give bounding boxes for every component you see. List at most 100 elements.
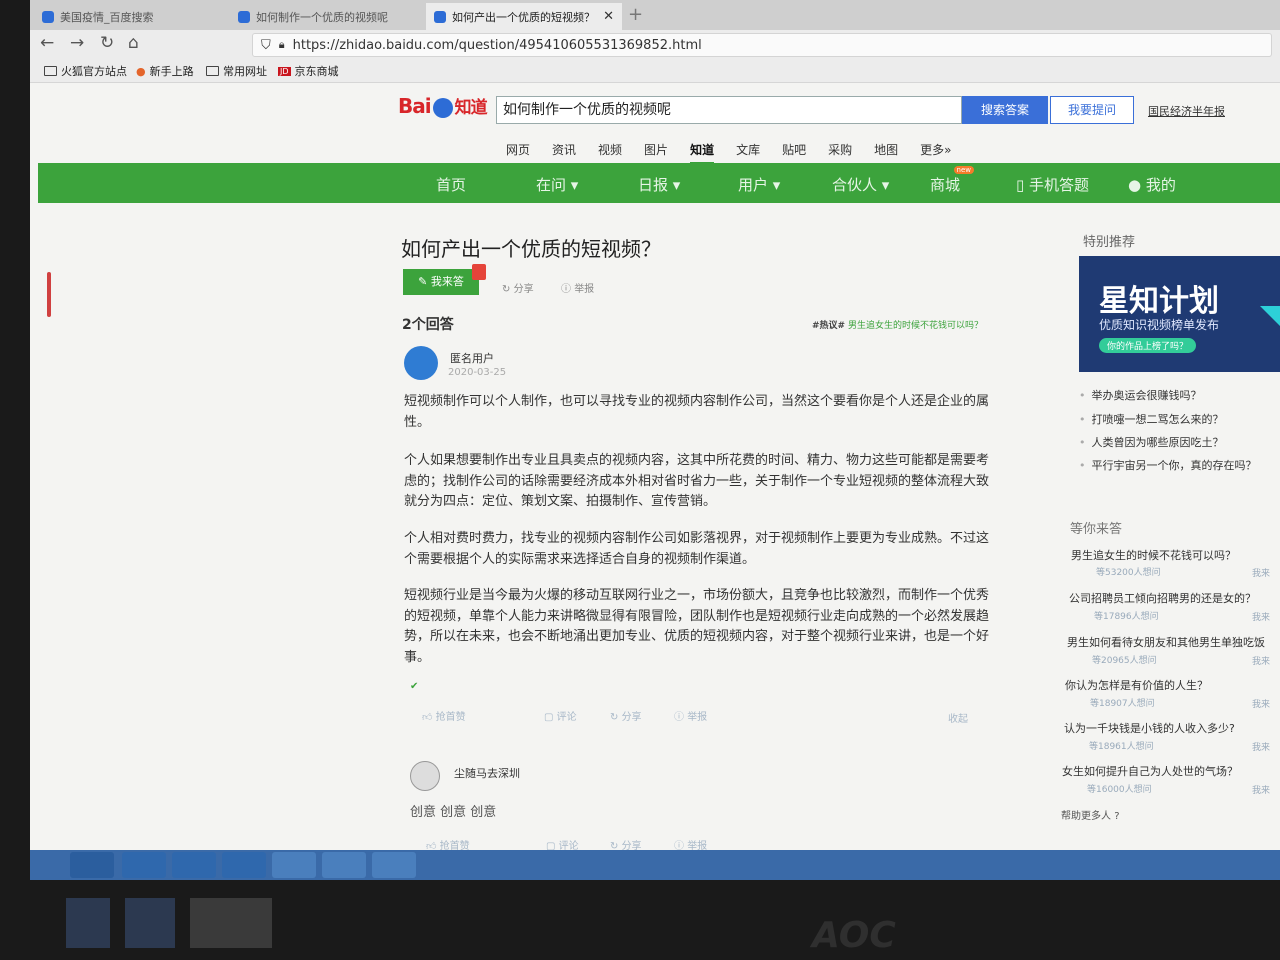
collapse-button[interactable]: 收起 [948, 710, 968, 725]
shield-icon[interactable]: ⛉ [261, 38, 271, 53]
nav-toolbar: ← → ↻ ⌂ ⛉ 🔒︎ https://zhidao.baidu.com/qu… [30, 30, 1280, 60]
answer2-body: 创意 创意 创意 [410, 805, 497, 820]
jd-icon: JD [278, 66, 291, 76]
star-plan-banner[interactable]: 星知计划 优质知识视频榜单发布 你的作品上榜了吗？ [1079, 256, 1280, 372]
answer-it-link[interactable]: 我来 [1252, 654, 1270, 667]
cat-web[interactable]: 网页 [506, 141, 530, 164]
annual-report-link[interactable]: 国民经济半年报 [1148, 103, 1225, 119]
ask-question-button[interactable]: 我要提问 [1050, 96, 1134, 124]
answer2-user-name[interactable]: 尘随马去深圳 [454, 765, 520, 781]
share-icon: ↻ [502, 284, 511, 295]
banner-pill: 你的作品上榜了吗？ [1099, 338, 1197, 353]
answer-user-name[interactable]: 匿名用户 [450, 350, 494, 366]
comment-button[interactable]: ▢ 评论 [544, 708, 577, 723]
nav-mall[interactable]: 商城 new [930, 166, 975, 195]
cat-purchase[interactable]: 采购 [828, 141, 852, 164]
lock-icon[interactable]: 🔒︎ [279, 38, 285, 52]
tab-1[interactable]: 美国疫情_百度搜索 [34, 3, 230, 30]
wechat-icon[interactable] [372, 852, 416, 878]
home-icon[interactable]: ⌂ [128, 33, 139, 53]
banner-arrow-icon [1260, 306, 1280, 336]
answer-it-link[interactable]: 我来 [1252, 610, 1270, 623]
bookmark-common-sites[interactable]: 常用网址 [206, 63, 267, 79]
answer-button[interactable]: ✎ 我来答 [403, 269, 479, 295]
start-button-icon[interactable] [70, 852, 114, 878]
share-label: 分享 [513, 284, 534, 295]
bookmark-label: 新手上路 [149, 65, 194, 78]
waiting-question[interactable]: 女生如何提升自己为人处世的气场？ [1062, 763, 1238, 779]
back-arrow-icon[interactable]: ← [40, 33, 54, 53]
cat-video[interactable]: 视频 [598, 141, 622, 164]
monitor-brand-logo: AOC [812, 915, 896, 956]
cat-zhidao[interactable]: 知道 [690, 141, 715, 164]
recommend-item[interactable]: 打喷嚏一想二骂怎么来的？ [1079, 411, 1224, 427]
tab-2[interactable]: 如何制作一个优质的视频呢 [230, 3, 426, 30]
answer-report-button[interactable]: ⓘ 举报 [674, 708, 707, 723]
nav-home[interactable]: 首页 [436, 174, 466, 195]
answer-it-link[interactable]: 我来 [1252, 740, 1270, 753]
report-link[interactable]: ⓘ 举报 [561, 280, 594, 295]
waiting-meta: 等20965人想问 [1092, 656, 1157, 666]
nav-asking[interactable]: 在问 ▾ [536, 174, 578, 195]
chrome-icon[interactable] [272, 852, 316, 878]
avatar[interactable] [410, 761, 440, 791]
forward-arrow-icon[interactable]: → [70, 33, 84, 53]
bookmark-jd-mall[interactable]: JD 京东商城 [278, 63, 339, 79]
recommend-item[interactable]: 平行宇宙另一个你，真的存在吗？ [1079, 457, 1257, 473]
recommend-item[interactable]: 人类曾因为哪些原因吃土？ [1079, 434, 1224, 450]
search-answers-button[interactable]: 搜索答案 [962, 96, 1048, 124]
recommend-item[interactable]: 举办奥运会很赚钱吗？ [1079, 387, 1202, 403]
waiting-question[interactable]: 认为一千块钱是小钱的人收入多少? [1064, 720, 1235, 736]
tab-3-active[interactable]: 如何产出一个优质的短视频？ ✕ [426, 3, 622, 30]
cat-news[interactable]: 资讯 [552, 141, 576, 164]
help-more-label: 帮助更多人 [1061, 811, 1111, 822]
folder-icon [44, 66, 57, 76]
reload-icon[interactable]: ↻ [100, 33, 114, 53]
avatar[interactable] [404, 346, 438, 380]
help-more-link[interactable]: 帮助更多人 ? [1061, 807, 1120, 822]
logo-text-zhidao: 知道 [454, 98, 488, 118]
waiting-meta: 等16000人想问 [1087, 785, 1152, 795]
cat-tieba[interactable]: 贴吧 [782, 141, 806, 164]
waiting-question[interactable]: 男生如何看待女朋友和其他男生单独吃饭 [1067, 634, 1265, 650]
hot-question-link[interactable]: 男生追女生的时候不花钱可以吗？ [848, 321, 983, 331]
search-input[interactable]: 如何制作一个优质的视频呢 [496, 96, 962, 124]
hot-topic[interactable]: #热议# 男生追女生的时候不花钱可以吗？ [812, 318, 983, 331]
nav-partner[interactable]: 合伙人 ▾ [832, 174, 889, 195]
bookmarks-bar: 火狐官方站点 ● 新手上路 常用网址 JD 京东商城 [30, 60, 1280, 83]
cat-more[interactable]: 更多» [920, 141, 951, 164]
answer-it-link[interactable]: 我来 [1252, 783, 1270, 796]
answer-it-link[interactable]: 我来 [1252, 566, 1270, 579]
tab-label: 如何制作一个优质的视频呢 [256, 10, 388, 24]
nav-mall-label: 商城 [930, 176, 961, 194]
banner-title: 星知计划 [1099, 284, 1219, 319]
firefox-taskbar-icon[interactable] [322, 852, 366, 878]
answer-paragraph-4: 短视频行业是当今最为火爆的移动互联网行业之一，市场份额大，且竞争也比较激烈，而制… [404, 588, 990, 665]
scroll-handle[interactable] [47, 272, 51, 317]
bookmark-getting-started[interactable]: ● 新手上路 [136, 63, 194, 79]
media-player-icon[interactable] [222, 852, 266, 878]
waiting-question[interactable]: 公司招聘员工倾向招聘男的还是女的？ [1069, 590, 1256, 606]
answer-share-button[interactable]: ↻ 分享 [610, 708, 642, 723]
explorer-folder-icon[interactable] [172, 852, 216, 878]
ie-icon[interactable] [122, 852, 166, 878]
nav-mine[interactable]: ● 我的 [1128, 174, 1176, 195]
nav-users[interactable]: 用户 ▾ [738, 174, 780, 195]
bookmark-label: 京东商城 [294, 65, 339, 78]
answer-it-link[interactable]: 我来 [1252, 697, 1270, 710]
nav-daily[interactable]: 日报 ▾ [638, 174, 680, 195]
baidu-favicon-icon [42, 10, 54, 23]
nav-mobile-answer[interactable]: ▯ 手机答题 [1016, 174, 1089, 195]
share-link[interactable]: ↻ 分享 [502, 280, 534, 295]
like-button[interactable]: 👍︎ 抢首赞 [422, 708, 466, 723]
cat-image[interactable]: 图片 [644, 141, 668, 164]
bookmark-firefox-official[interactable]: 火狐官方站点 [44, 63, 127, 79]
cat-wenku[interactable]: 文库 [736, 141, 760, 164]
waiting-question[interactable]: 你认为怎样是有价值的人生？ [1065, 677, 1208, 693]
address-bar[interactable]: ⛉ 🔒︎ https://zhidao.baidu.com/question/4… [252, 33, 1272, 57]
baidu-zhidao-logo[interactable]: Bai 知道 [398, 93, 488, 118]
cat-map[interactable]: 地图 [874, 141, 898, 164]
close-tab-icon[interactable]: ✕ [603, 9, 614, 24]
new-tab-button[interactable]: + [628, 4, 643, 25]
waiting-question[interactable]: 男生追女生的时候不花钱可以吗？ [1071, 547, 1236, 563]
